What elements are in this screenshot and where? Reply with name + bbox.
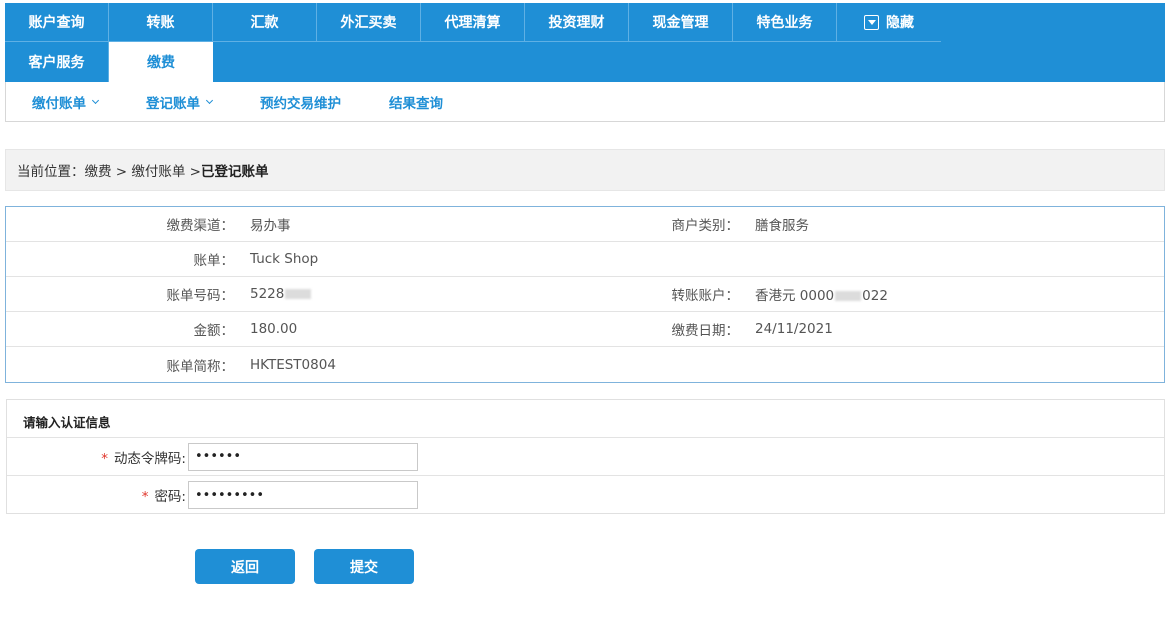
nav-tab-customer-service[interactable]: 客户服务 bbox=[5, 42, 109, 82]
detail-row: 账单简称： HKTEST0804 bbox=[6, 347, 1164, 382]
top-navigation: 账户查询 转账 汇款 外汇买卖 代理清算 投资理财 现金管理 特色业务 隐藏 客… bbox=[5, 3, 1165, 82]
nav-hide-label: 隐藏 bbox=[886, 15, 914, 31]
redacted-mask bbox=[285, 289, 312, 299]
password-label: * 密码: bbox=[7, 485, 188, 505]
transfer-account-value: 香港元 0000 022 bbox=[739, 284, 888, 304]
submit-button[interactable]: 提交 bbox=[314, 549, 414, 584]
transfer-account-label: 转账账户： bbox=[671, 288, 740, 304]
authentication-panel: 请输入认证信息 * 动态令牌码: * 密码: bbox=[6, 399, 1165, 514]
bill-short-name-label: 账单简称： bbox=[166, 358, 235, 375]
token-label: * 动态令牌码: bbox=[7, 447, 188, 467]
channel-value: 易办事 bbox=[250, 218, 291, 234]
back-button[interactable]: 返回 bbox=[195, 549, 295, 584]
nav-tab-special-services[interactable]: 特色业务 bbox=[733, 3, 837, 42]
nav-tab-account-query[interactable]: 账户查询 bbox=[5, 3, 109, 42]
subnav-pay-bill-label: 缴付账单 bbox=[32, 95, 86, 112]
amount-value: 180.00 bbox=[250, 321, 298, 337]
pay-date-value: 24/11/2021 bbox=[755, 321, 833, 337]
nav-row-primary: 账户查询 转账 汇款 外汇买卖 代理清算 投资理财 现金管理 特色业务 隐藏 bbox=[5, 3, 1165, 42]
channel-label: 缴费渠道： bbox=[166, 218, 235, 234]
merchant-type-value: 膳食服务 bbox=[755, 218, 809, 234]
nav-tab-transfer[interactable]: 转账 bbox=[109, 3, 213, 42]
required-mark: * bbox=[101, 450, 108, 467]
breadcrumb-current: 已登记账单 bbox=[201, 164, 269, 180]
nav-tab-forex[interactable]: 外汇买卖 bbox=[317, 3, 421, 42]
bill-short-name-value: HKTEST0804 bbox=[250, 356, 336, 373]
collapse-icon bbox=[864, 14, 879, 30]
breadcrumb: 当前位置：缴费 > 缴付账单 > 已登记账单 bbox=[5, 149, 1165, 191]
bill-number-prefix: 5228 bbox=[250, 286, 285, 302]
nav-tab-remittance[interactable]: 汇款 bbox=[213, 3, 317, 42]
bill-number-value: 5228 bbox=[234, 286, 643, 302]
bill-value: Tuck Shop bbox=[250, 251, 319, 267]
detail-row: 账单： Tuck Shop bbox=[6, 242, 1164, 277]
amount-label: 金额： bbox=[193, 323, 235, 339]
breadcrumb-path: 当前位置：缴费 > 缴付账单 > bbox=[17, 164, 201, 180]
bill-number-label: 账单号码： bbox=[166, 288, 235, 304]
auth-row-password: * 密码: bbox=[7, 476, 1164, 514]
merchant-type-label: 商户类别： bbox=[671, 218, 740, 234]
subnav-scheduled-maintenance[interactable]: 预约交易维护 bbox=[260, 92, 341, 112]
pay-date-label: 缴费日期： bbox=[671, 323, 740, 339]
detail-row: 金额： 180.00 缴费日期： 24/11/2021 bbox=[6, 312, 1164, 347]
bill-details-panel: 缴费渠道： 易办事 商户类别： 膳食服务 账单： Tuck Shop 账单号码：… bbox=[5, 206, 1165, 383]
nav-tab-agency-clearing[interactable]: 代理清算 bbox=[421, 3, 525, 42]
transfer-account-prefix: 香港元 0000 bbox=[755, 288, 835, 304]
nav-tab-investment[interactable]: 投资理财 bbox=[525, 3, 629, 42]
detail-row: 账单号码： 5228 转账账户： 香港元 0000 022 bbox=[6, 277, 1164, 312]
subnav-register-bill-label: 登记账单 bbox=[146, 95, 200, 112]
password-label-text: 密码: bbox=[154, 489, 186, 505]
token-input[interactable] bbox=[188, 442, 418, 471]
nav-tab-cash-management[interactable]: 现金管理 bbox=[629, 3, 733, 42]
redacted-mask bbox=[835, 291, 862, 301]
required-mark: * bbox=[141, 489, 149, 505]
subnav-pay-bill[interactable]: 缴付账单 bbox=[32, 92, 100, 112]
bill-label: 账单： bbox=[193, 253, 235, 269]
nav-row-secondary: 客户服务 缴费 bbox=[5, 42, 1165, 82]
chevron-down-icon bbox=[91, 96, 100, 104]
chevron-down-icon bbox=[205, 96, 214, 104]
subnav-register-bill[interactable]: 登记账单 bbox=[146, 92, 214, 112]
auth-row-token: * 动态令牌码: bbox=[7, 438, 1164, 476]
transfer-account-suffix: 022 bbox=[862, 288, 888, 304]
auth-title: 请输入认证信息 bbox=[7, 400, 1164, 438]
nav-hide-toggle[interactable]: 隐藏 bbox=[837, 3, 941, 42]
password-input[interactable] bbox=[188, 481, 418, 509]
detail-row: 缴费渠道： 易办事 商户类别： 膳食服务 bbox=[6, 207, 1164, 242]
sub-navigation: 缴付账单 登记账单 预约交易维护 结果查询 bbox=[5, 82, 1165, 122]
token-label-text: 动态令牌码: bbox=[113, 450, 186, 467]
nav-tab-bill-payment[interactable]: 缴费 bbox=[109, 42, 213, 82]
subnav-result-query[interactable]: 结果查询 bbox=[389, 92, 443, 112]
